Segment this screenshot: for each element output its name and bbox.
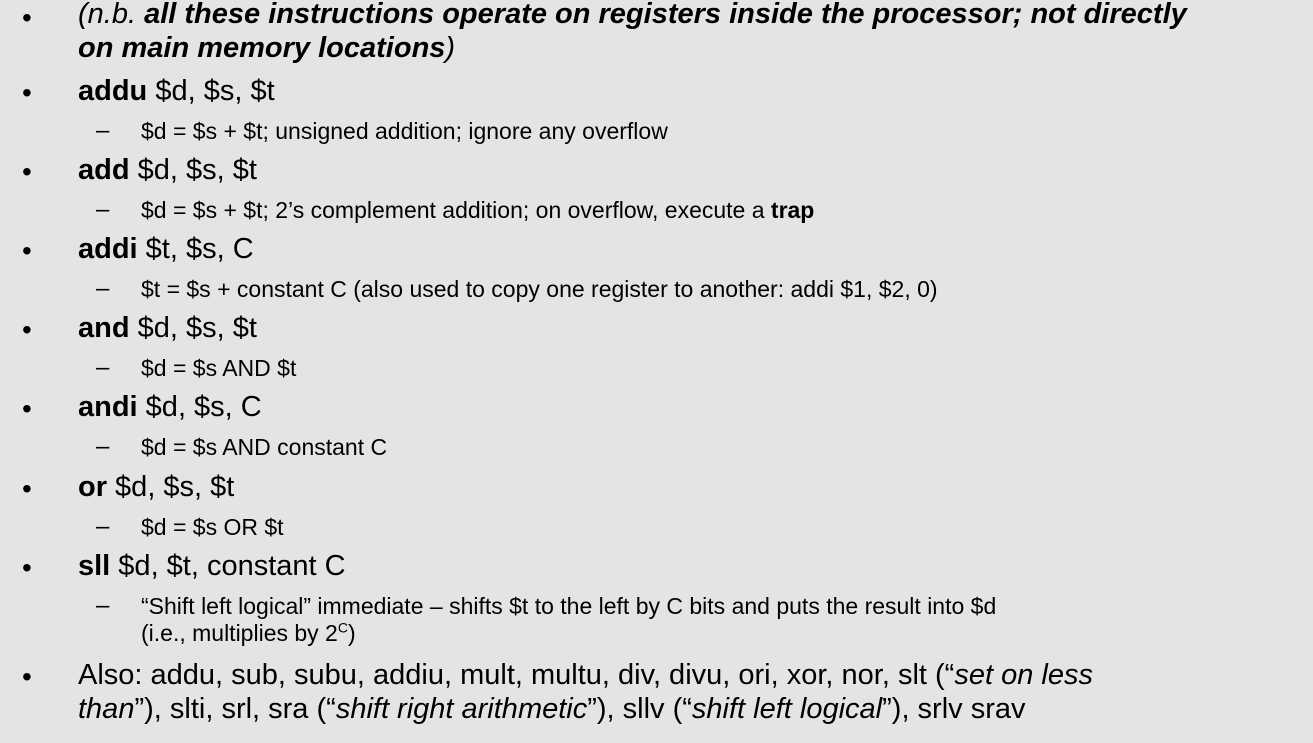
also-italic: shift left logical bbox=[691, 693, 883, 725]
instruction-args: $d, $s, C bbox=[137, 391, 262, 423]
bullet: • bbox=[22, 661, 32, 692]
instruction-syntax: or $d, $s, $t bbox=[78, 470, 234, 504]
desc-text: ) bbox=[347, 620, 356, 646]
instruction-syntax: addi $t, $s, C bbox=[78, 232, 254, 266]
instruction-syntax: addu $d, $s, $t bbox=[78, 74, 275, 108]
instruction-description: $d = $s + $t; unsigned addition; ignore … bbox=[141, 118, 668, 144]
instruction-op: addu bbox=[78, 75, 148, 107]
instruction-description: $d = $s AND $t bbox=[141, 355, 296, 381]
instruction-description: “Shift left logical” immediate – shifts … bbox=[141, 593, 996, 619]
instruction-args: $d, $s, $t bbox=[129, 154, 257, 186]
bullet: • bbox=[22, 393, 32, 424]
note-close: ) bbox=[445, 32, 456, 64]
bullet: • bbox=[22, 473, 32, 504]
instruction-args: $d, $s, $t bbox=[107, 471, 235, 503]
instruction-args: $d, $t, constant C bbox=[110, 550, 346, 582]
dash: – bbox=[96, 592, 110, 619]
desc-text: $d = $s AND $t bbox=[141, 355, 297, 381]
desc-text: $d = $s + $t; unsigned addition; ignore … bbox=[141, 118, 668, 144]
instruction-description: $d = $s + $t; 2’s complement addition; o… bbox=[141, 197, 814, 223]
note-text: (n.b. all these instructions operate on … bbox=[78, 0, 1187, 31]
instruction-args: $d, $s, $t bbox=[129, 312, 257, 344]
also-text: ”), slti, srl, sra (“ bbox=[134, 693, 336, 725]
instruction-op: add bbox=[78, 154, 130, 186]
desc-text: $t = $s + constant C (also used to copy … bbox=[141, 276, 938, 302]
bullet: • bbox=[22, 156, 32, 187]
dash: – bbox=[96, 513, 110, 540]
desc-text: (i.e., multiplies by 2 bbox=[141, 620, 338, 646]
note-bold-1: all these instructions operate on regist… bbox=[144, 0, 1187, 30]
desc-superscript: C bbox=[337, 619, 348, 636]
instruction-description: $d = $s AND constant C bbox=[141, 434, 387, 460]
instruction-op: sll bbox=[78, 550, 111, 582]
dash: – bbox=[96, 196, 110, 223]
instruction-syntax: add $d, $s, $t bbox=[78, 153, 257, 187]
instruction-op: or bbox=[78, 471, 107, 503]
also-italic: than bbox=[78, 693, 135, 725]
instruction-description: $t = $s + constant C (also used to copy … bbox=[141, 276, 938, 302]
instruction-syntax: and $d, $s, $t bbox=[78, 311, 257, 345]
desc-text: “Shift left logical” immediate – shifts … bbox=[141, 593, 997, 619]
dash: – bbox=[96, 354, 110, 381]
dash: – bbox=[96, 433, 110, 460]
instruction-op: and bbox=[78, 312, 130, 344]
also-text: Also: addu, sub, subu, addiu, mult, mult… bbox=[78, 659, 955, 691]
also-line-2: than”), slti, srl, sra (“shift right ari… bbox=[78, 692, 1026, 726]
instruction-description: $d = $s OR $t bbox=[141, 514, 284, 540]
instruction-description-line2: (i.e., multiplies by 2C) bbox=[141, 620, 356, 646]
also-italic: shift right arithmetic bbox=[335, 693, 588, 725]
instruction-args: $d, $s, $t bbox=[147, 75, 275, 107]
dash: – bbox=[96, 117, 110, 144]
instruction-op: andi bbox=[78, 391, 138, 423]
bullet: • bbox=[22, 314, 32, 345]
desc-text: $d = $s + $t; 2’s complement addition; o… bbox=[141, 197, 771, 223]
instruction-op: addi bbox=[78, 233, 138, 265]
note-text-line2: on main memory locations) bbox=[78, 31, 455, 65]
instruction-syntax: andi $d, $s, C bbox=[78, 390, 262, 424]
bullet: • bbox=[22, 2, 32, 33]
also-line-1: Also: addu, sub, subu, addiu, mult, mult… bbox=[78, 658, 1093, 692]
instruction-syntax: sll $d, $t, constant C bbox=[78, 549, 346, 583]
also-text: ”), sllv (“ bbox=[587, 693, 692, 725]
desc-bold: trap bbox=[770, 197, 815, 223]
also-italic: set on less bbox=[954, 659, 1093, 691]
dash: – bbox=[96, 275, 110, 302]
desc-text: $d = $s AND constant C bbox=[141, 434, 388, 460]
also-text: ”), srlv srav bbox=[882, 693, 1026, 725]
note-bold-2: on main memory locations bbox=[78, 32, 446, 64]
bullet: • bbox=[22, 77, 32, 108]
note-open: (n.b. bbox=[78, 0, 145, 30]
desc-text: $d = $s OR $t bbox=[141, 514, 284, 540]
bullet: • bbox=[22, 552, 32, 583]
slide: • (n.b. all these instructions operate o… bbox=[0, 0, 1313, 743]
instruction-args: $t, $s, C bbox=[137, 233, 254, 265]
bullet: • bbox=[22, 235, 32, 266]
